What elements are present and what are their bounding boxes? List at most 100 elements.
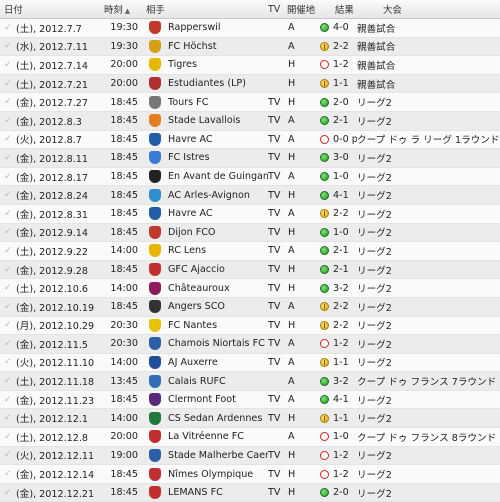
match-date-cell: ✓ (金), 2012.8.17: [0, 170, 98, 184]
table-row[interactable]: ✓ (金), 2012.12.21 18:45 LEMANS FC TV H 2-0 リーグ2: [0, 483, 500, 502]
competition[interactable]: リーグ2: [357, 486, 500, 500]
club-crest-icon: [142, 114, 168, 128]
result-loss-icon: [315, 134, 333, 144]
table-row[interactable]: ✓ (水), 2012.7.11 19:30 FC Höchst A 2-2 親善試合: [0, 37, 500, 57]
table-row[interactable]: ✓ (金), 2012.11.5 20:30 Chamois Niortais FC T…: [0, 335, 500, 354]
score: 4-0: [333, 22, 349, 34]
competition[interactable]: リーグ2: [357, 114, 500, 128]
competition[interactable]: リーグ2: [357, 411, 500, 425]
column-header-venue[interactable]: 開催地: [287, 2, 335, 16]
table-row[interactable]: ✓ (土), 2012.12.1 14:00 CS Sedan Ardennes TV H…: [0, 409, 500, 429]
table-row[interactable]: ✓ (土), 2012.9.22 14:00 RC Lens TV A 2-1 リーグ2: [0, 242, 500, 261]
competition[interactable]: 親善試合: [357, 58, 500, 72]
competition[interactable]: リーグ2: [357, 448, 500, 462]
opponent-name[interactable]: AJ Auxerre: [168, 357, 268, 368]
opponent-name[interactable]: Tigres: [168, 59, 268, 70]
opponent-name[interactable]: Chamois Niortais FC: [168, 338, 268, 349]
opponent-name[interactable]: Estudiantes (LP): [168, 78, 268, 89]
competition[interactable]: リーグ2: [357, 225, 500, 239]
opponent-name[interactable]: LEMANS FC: [168, 487, 268, 498]
table-row[interactable]: ✓ (金), 2012.8.3 18:45 Stade Lavallois TV A 2-1…: [0, 111, 500, 131]
competition[interactable]: クープ ドゥ ラ リーグ 1ラウンド: [357, 132, 500, 146]
match-date: (土), 2012.11.18: [16, 377, 95, 389]
competition[interactable]: リーグ2: [357, 244, 500, 258]
opponent-name[interactable]: Châteauroux: [168, 283, 268, 294]
competition[interactable]: リーグ2: [357, 263, 500, 277]
column-header-competition[interactable]: 大会: [383, 2, 500, 16]
opponent-name[interactable]: FC Nantes: [168, 320, 268, 331]
opponent-name[interactable]: Tours FC: [168, 97, 268, 108]
opponent-name[interactable]: Rapperswil: [168, 22, 268, 33]
competition[interactable]: リーグ2: [357, 337, 500, 351]
column-header-opponent[interactable]: 相手: [142, 2, 268, 16]
opponent-name[interactable]: RC Lens: [168, 245, 268, 256]
venue: A: [288, 431, 295, 443]
opponent-name[interactable]: FC Istres: [168, 152, 268, 163]
table-row[interactable]: ✓ (金), 2012.7.27 18:45 Tours FC TV H 2-0 リーグ2: [0, 93, 500, 112]
competition[interactable]: リーグ2: [357, 355, 500, 369]
competition[interactable]: 親善試合: [357, 21, 500, 35]
competition[interactable]: リーグ2: [357, 207, 500, 221]
match-time: 18:45: [110, 394, 138, 406]
opponent-name[interactable]: Havre AC: [168, 208, 268, 219]
check-icon: ✓: [4, 152, 12, 163]
table-row[interactable]: ✓ (金), 2012.8.17 18:45 En Avant de Guingamp…: [0, 167, 500, 187]
match-date: (土), 2012.12.1: [16, 414, 89, 426]
competition[interactable]: リーグ2: [357, 300, 500, 314]
tv-indicator: TV: [268, 226, 281, 238]
competition[interactable]: リーグ2: [357, 95, 500, 109]
competition[interactable]: クープ ドゥ フランス 8ラウンド: [357, 430, 500, 444]
column-header-result[interactable]: 結果: [335, 2, 383, 16]
competition[interactable]: リーグ2: [357, 467, 500, 481]
table-row[interactable]: ✓ (土), 2012.7.14 20:00 Tigres H 1-2 親善試合: [0, 56, 500, 75]
column-header-date[interactable]: 日付: [0, 2, 98, 16]
table-row[interactable]: ✓ (金), 2012.8.24 18:45 AC Arles-Avignon TV H 4…: [0, 186, 500, 205]
competition[interactable]: 親善試合: [357, 77, 500, 91]
table-row[interactable]: ✓ (土), 2012.7.21 20:00 Estudiantes (LP) H 1-1…: [0, 74, 500, 94]
opponent-name[interactable]: Stade Lavallois: [168, 115, 268, 126]
table-row[interactable]: ✓ (金), 2012.8.31 18:45 Havre AC TV A 2-2 リーグ2: [0, 204, 500, 224]
opponent-name[interactable]: Havre AC: [168, 134, 268, 145]
opponent-name[interactable]: En Avant de Guingamp: [168, 171, 268, 182]
competition[interactable]: リーグ2: [357, 318, 500, 332]
table-row[interactable]: ✓ (金), 2012.9.28 18:45 GFC Ajaccio TV H 2-1 リーグ…: [0, 260, 500, 280]
table-row[interactable]: ✓ (火), 2012.11.10 14:00 AJ Auxerre TV A 1-1 リーグ…: [0, 353, 500, 373]
table-row[interactable]: ✓ (土), 2012.12.8 20:00 La Vitréenne FC A 1-0 ク…: [0, 428, 500, 447]
table-row[interactable]: ✓ (土), 2012.7.7 19:30 Rapperswil A 4-0 親善試合: [0, 19, 500, 38]
opponent-name[interactable]: Clermont Foot: [168, 394, 268, 405]
column-header-tv[interactable]: TV: [268, 4, 287, 15]
club-crest-icon: [142, 374, 168, 388]
opponent-name[interactable]: Angers SCO: [168, 301, 268, 312]
competition[interactable]: クープ ドゥ フランス 7ラウンド: [357, 374, 500, 388]
table-row[interactable]: ✓ (金), 2012.8.11 18:45 FC Istres TV H 3-0 リーグ2: [0, 149, 500, 168]
competition[interactable]: リーグ2: [357, 151, 500, 165]
competition[interactable]: リーグ2: [357, 170, 500, 184]
opponent-name[interactable]: CS Sedan Ardennes: [168, 413, 268, 424]
opponent-name[interactable]: La Vitréenne FC: [168, 431, 268, 442]
competition[interactable]: 親善試合: [357, 39, 500, 53]
competition[interactable]: リーグ2: [357, 188, 500, 202]
column-header-time[interactable]: 時刻 ▲: [98, 2, 142, 16]
opponent-name[interactable]: Stade Malherbe Caen: [168, 450, 268, 461]
venue: H: [288, 264, 296, 276]
opponent-name[interactable]: Nîmes Olympique: [168, 469, 268, 480]
opponent-name[interactable]: Calais RUFC: [168, 376, 268, 387]
competition[interactable]: リーグ2: [357, 393, 500, 407]
match-date: (金), 2012.11.23: [16, 395, 95, 407]
opponent-name[interactable]: AC Arles-Avignon: [168, 190, 268, 201]
table-row[interactable]: ✓ (土), 2012.11.18 13:45 Calais RUFC A 3-2 クープ …: [0, 372, 500, 391]
opponent-name[interactable]: GFC Ajaccio: [168, 264, 268, 275]
competition[interactable]: リーグ2: [357, 281, 500, 295]
table-row[interactable]: ✓ (土), 2012.10.6 14:00 Châteauroux TV H 3-2 リーグ…: [0, 279, 500, 298]
match-date: (金), 2012.10.19: [16, 302, 95, 314]
table-row[interactable]: ✓ (金), 2012.10.19 18:45 Angers SCO TV A 2-2 リーグ…: [0, 297, 500, 317]
opponent-name[interactable]: Dijon FCO: [168, 227, 268, 238]
table-row[interactable]: ✓ (月), 2012.10.29 20:30 FC Nantes TV H 2-2 リーグ2: [0, 316, 500, 336]
table-row[interactable]: ✓ (金), 2012.11.23 18:45 Clermont Foot TV A 4-1…: [0, 390, 500, 410]
table-row[interactable]: ✓ (火), 2012.8.7 18:45 Havre AC TV A 0-0 p クープ ド…: [0, 130, 500, 150]
table-row[interactable]: ✓ (金), 2012.12.14 18:45 Nîmes Olympique TV H 1…: [0, 465, 500, 484]
table-row[interactable]: ✓ (火), 2012.12.11 19:00 Stade Malherbe Caen…: [0, 446, 500, 466]
match-date-cell: ✓ (火), 2012.11.10: [0, 355, 98, 369]
opponent-name[interactable]: FC Höchst: [168, 41, 268, 52]
table-row[interactable]: ✓ (金), 2012.9.14 18:45 Dijon FCO TV H 1-0 リーグ2: [0, 223, 500, 243]
